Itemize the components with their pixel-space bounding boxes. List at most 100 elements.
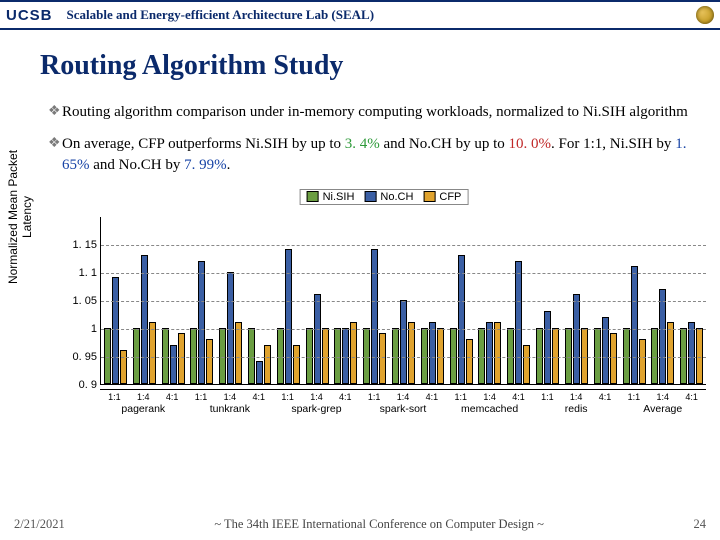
y-axis-label: Normalized Mean Packet Latency [6,137,34,297]
bullet-item: ❖ Routing algorithm comparison under in-… [48,102,690,122]
bar [639,339,646,384]
text-fragment: . [227,157,231,173]
y-tick-label: 0. 95 [65,351,97,363]
bar [198,261,205,384]
bar [235,322,242,384]
x-sub-tick-label: 1:1 [100,389,129,402]
legend-label: CFP [439,191,461,203]
x-major-categories: pageranktunkrankspark-grepspark-sortmemc… [100,403,706,415]
legend-label: No.CH [380,191,413,203]
legend-swatch-icon [307,191,319,202]
bar [515,261,522,384]
text-fragment: On average, CFP outperforms Ni.SIH by up… [62,136,345,152]
bar [696,328,703,384]
bar [285,249,292,383]
bar [379,333,386,383]
bar [149,322,156,384]
footer: 2/21/2021 ~ The 34th IEEE International … [0,517,720,532]
bar [170,345,177,384]
legend-swatch-icon [423,191,435,202]
bar [651,328,658,384]
x-sub-tick-label: 1:1 [187,389,216,402]
x-major-label: tunkrank [187,403,274,415]
bar [248,328,255,384]
bar [421,328,428,384]
x-sub-tick-label: 1:4 [302,389,331,402]
bar [350,322,357,384]
bar [178,333,185,383]
bar [190,328,197,384]
y-tick-label: 0. 9 [65,379,97,391]
bar [544,311,551,384]
bar [408,322,415,384]
legend: Ni.SIH No.CH CFP [300,189,469,205]
bar [523,345,530,384]
bar [536,328,543,384]
x-sub-tick-label: 4:1 [331,389,360,402]
x-sub-tick-label: 1:1 [619,389,648,402]
bar [594,328,601,384]
footer-date: 2/21/2021 [14,517,65,532]
bar [478,328,485,384]
bar [659,289,666,384]
x-major-label: pagerank [100,403,187,415]
bar [466,339,473,384]
ucsb-logo: UCSB [6,7,53,24]
y-tick-label: 1 [65,323,97,335]
bar [342,328,349,384]
bullet-list: ❖ Routing algorithm comparison under in-… [48,102,690,175]
bullet-diamond-icon: ❖ [48,134,62,175]
bar [429,322,436,384]
bar [507,328,514,384]
bar [112,277,119,383]
x-major-label: Average [619,403,706,415]
x-sub-tick-label: 1:4 [562,389,591,402]
highlight-red: 10. 0% [509,136,552,152]
bullet-item: ❖ On average, CFP outperforms Ni.SIH by … [48,134,690,175]
x-major-label: spark-sort [360,403,447,415]
text-fragment: and No.CH by [90,157,185,173]
x-sub-tick-label: 4:1 [417,389,446,402]
x-sub-tick-label: 4:1 [158,389,187,402]
x-sub-tick-label: 1:4 [475,389,504,402]
bar [392,328,399,384]
bar [631,266,638,384]
highlight-green: 3. 4% [345,136,380,152]
x-sub-tick-label: 1:1 [533,389,562,402]
x-sub-ticks: 1:11:44:11:11:44:11:11:44:11:11:44:11:11… [100,389,706,402]
text-fragment: . For 1:1, Ni.SIH by [551,136,675,152]
legend-entry: Ni.SIH [307,191,355,203]
bar [314,294,321,384]
bar [610,333,617,383]
bar [400,300,407,384]
grid: 0. 90. 9511. 051. 11. 15 [100,217,706,385]
bar [104,328,111,384]
x-sub-tick-label: 1:4 [215,389,244,402]
bar [277,328,284,384]
seal-icon [696,6,714,24]
x-sub-tick-label: 1:4 [648,389,677,402]
x-major-label: redis [533,403,620,415]
bar [371,249,378,383]
bar [334,328,341,384]
bar [581,328,588,384]
x-sub-tick-label: 1:4 [389,389,418,402]
y-tick-label: 1. 05 [65,295,97,307]
x-sub-tick-label: 1:1 [273,389,302,402]
page-title: Routing Algorithm Study [40,50,720,82]
bar [256,361,263,383]
bar [219,328,226,384]
bar [293,345,300,384]
bar [227,272,234,384]
x-major-label: memcached [446,403,533,415]
x-major-label: spark-grep [273,403,360,415]
legend-entry: CFP [423,191,461,203]
bar [363,328,370,384]
plot-area: Ni.SIH No.CH CFP 0. 90. 9511. 051. 11. 1… [62,195,706,385]
x-sub-tick-label: 1:4 [129,389,158,402]
bar [565,328,572,384]
legend-entry: No.CH [364,191,413,203]
bar [623,328,630,384]
x-sub-tick-label: 1:1 [446,389,475,402]
x-sub-tick-label: 4:1 [504,389,533,402]
